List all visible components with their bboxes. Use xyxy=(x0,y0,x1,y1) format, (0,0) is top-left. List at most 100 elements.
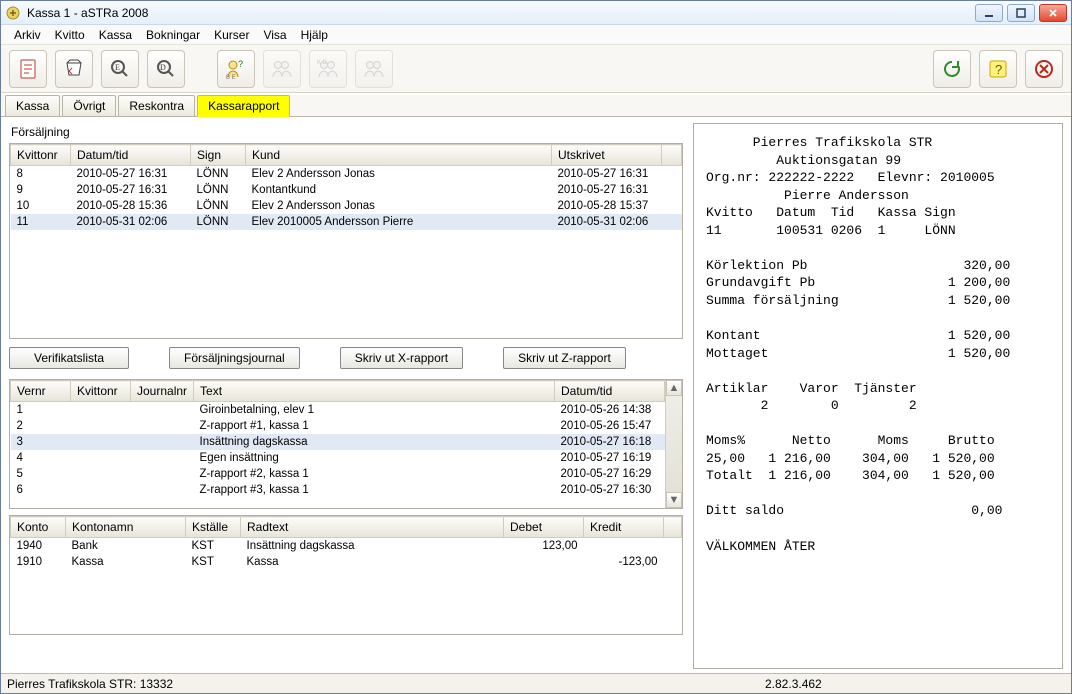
table-row[interactable]: 6Z-rapport #3, kassa 12010-05-27 16:30 xyxy=(11,482,665,498)
tab-kassarapport[interactable]: Kassarapport xyxy=(197,95,290,117)
table-row[interactable]: 3Insättning dagskassa2010-05-27 16:18 xyxy=(11,434,665,450)
cell: Z-rapport #1, kassa 1 xyxy=(194,418,555,434)
status-left: Pierres Trafikskola STR: 13332 xyxy=(7,677,173,691)
close-button[interactable] xyxy=(1039,4,1067,22)
col-debet[interactable]: Debet xyxy=(504,517,584,538)
svg-text:E: E xyxy=(115,63,120,72)
window-buttons xyxy=(975,4,1067,22)
toolbar-btn-5[interactable]: ?B E xyxy=(217,50,255,88)
right-column: Pierres Trafikskola STR Auktionsgatan 99… xyxy=(693,123,1063,669)
titlebar: Kassa 1 - aSTRa 2008 xyxy=(1,1,1071,25)
col-text[interactable]: Text xyxy=(194,381,555,402)
journal-scrollbar[interactable]: ▲ ▼ xyxy=(665,380,682,508)
scroll-down-icon[interactable]: ▼ xyxy=(666,492,682,508)
toolbar-btn-4[interactable]: D xyxy=(147,50,185,88)
col-kund[interactable]: Kund xyxy=(246,145,552,166)
cell: Elev 2 Andersson Jonas xyxy=(246,166,552,183)
col-spacer3 xyxy=(664,517,682,538)
toolbar-btn-3[interactable]: E xyxy=(101,50,139,88)
col-datumtid2[interactable]: Datum/tid xyxy=(555,381,665,402)
cell: 2010-05-27 16:30 xyxy=(555,482,665,498)
menu-kassa[interactable]: Kassa xyxy=(92,26,139,44)
journal-grid[interactable]: Vernr Kvittonr Journalnr Text Datum/tid … xyxy=(9,379,683,509)
cell xyxy=(71,434,131,450)
toolbar-btn-2[interactable] xyxy=(55,50,93,88)
tab-ovrigt[interactable]: Övrigt xyxy=(62,95,116,116)
cell: 4 xyxy=(11,450,71,466)
table-row[interactable]: 82010-05-27 16:31LÖNNElev 2 Andersson Jo… xyxy=(11,166,682,183)
tab-reskontra[interactable]: Reskontra xyxy=(118,95,195,116)
menu-kvitto[interactable]: Kvitto xyxy=(48,26,92,44)
cell: LÖNN xyxy=(191,214,246,230)
ledger-grid[interactable]: Konto Kontonamn Kställe Radtext Debet Kr… xyxy=(9,515,683,635)
cell: KST xyxy=(186,538,241,555)
toolbar: E D ?B E K D ? xyxy=(1,45,1071,93)
col-utskrivet[interactable]: Utskrivet xyxy=(552,145,662,166)
toolbar-btn-6 xyxy=(263,50,301,88)
btn-verifikatslista[interactable]: Verifikatslista xyxy=(9,347,129,369)
menu-hjalp[interactable]: Hjälp xyxy=(294,26,335,44)
scroll-up-icon[interactable]: ▲ xyxy=(666,380,682,396)
receipt-preview[interactable]: Pierres Trafikskola STR Auktionsgatan 99… xyxy=(693,123,1063,669)
col-vernr[interactable]: Vernr xyxy=(11,381,71,402)
col-datumtid[interactable]: Datum/tid xyxy=(71,145,191,166)
cell: Giroinbetalning, elev 1 xyxy=(194,402,555,419)
toolbar-help[interactable]: ? xyxy=(979,50,1017,88)
table-row[interactable]: 4Egen insättning2010-05-27 16:19 xyxy=(11,450,665,466)
cell: 2010-05-27 16:31 xyxy=(552,182,662,198)
toolbar-cancel[interactable] xyxy=(1025,50,1063,88)
toolbar-btn-1[interactable] xyxy=(9,50,47,88)
app-window: Kassa 1 - aSTRa 2008 Arkiv Kvitto Kassa … xyxy=(0,0,1072,694)
table-row[interactable]: 92010-05-27 16:31LÖNNKontantkund2010-05-… xyxy=(11,182,682,198)
cell xyxy=(584,538,664,555)
col-kredit[interactable]: Kredit xyxy=(584,517,664,538)
table-row[interactable]: 102010-05-28 15:36LÖNNElev 2 Andersson J… xyxy=(11,198,682,214)
btn-z-rapport[interactable]: Skriv ut Z-rapport xyxy=(503,347,626,369)
col-journalnr[interactable]: Journalnr xyxy=(131,381,194,402)
maximize-button[interactable] xyxy=(1007,4,1035,22)
cell: 2010-05-27 16:29 xyxy=(555,466,665,482)
cell: LÖNN xyxy=(191,198,246,214)
col-kstalle[interactable]: Kställe xyxy=(186,517,241,538)
cell: Egen insättning xyxy=(194,450,555,466)
table-row[interactable]: 5Z-rapport #2, kassa 12010-05-27 16:29 xyxy=(11,466,665,482)
table-row[interactable]: 1910KassaKSTKassa-123,00 xyxy=(11,554,682,570)
table-row[interactable]: 112010-05-31 02:06LÖNNElev 2010005 Ander… xyxy=(11,214,682,230)
svg-text:K D: K D xyxy=(317,60,328,66)
menu-arkiv[interactable]: Arkiv xyxy=(7,26,48,44)
cell: 2010-05-28 15:36 xyxy=(71,198,191,214)
cell: 2010-05-31 02:06 xyxy=(552,214,662,230)
cell: Kassa xyxy=(66,554,186,570)
cell: Z-rapport #2, kassa 1 xyxy=(194,466,555,482)
menu-bokningar[interactable]: Bokningar xyxy=(139,26,207,44)
sales-grid[interactable]: Kvittonr Datum/tid Sign Kund Utskrivet 8… xyxy=(9,143,683,339)
btn-x-rapport[interactable]: Skriv ut X-rapport xyxy=(340,347,463,369)
table-row[interactable]: 1Giroinbetalning, elev 12010-05-26 14:38 xyxy=(11,402,665,419)
cell: Elev 2010005 Andersson Pierre xyxy=(246,214,552,230)
col-konto[interactable]: Konto xyxy=(11,517,66,538)
col-kvittonr2[interactable]: Kvittonr xyxy=(71,381,131,402)
menu-kurser[interactable]: Kurser xyxy=(207,26,256,44)
svg-text:?: ? xyxy=(995,62,1002,77)
cell: 2010-05-26 14:38 xyxy=(555,402,665,419)
minimize-button[interactable] xyxy=(975,4,1003,22)
col-radtext[interactable]: Radtext xyxy=(241,517,504,538)
table-row[interactable]: 2Z-rapport #1, kassa 12010-05-26 15:47 xyxy=(11,418,665,434)
cell xyxy=(71,418,131,434)
menubar: Arkiv Kvitto Kassa Bokningar Kurser Visa… xyxy=(1,25,1071,45)
cell xyxy=(71,402,131,419)
col-sign[interactable]: Sign xyxy=(191,145,246,166)
left-column: Försäljning Kvittonr Datum/tid Sign Kund… xyxy=(9,123,683,669)
tab-kassa[interactable]: Kassa xyxy=(5,95,60,116)
table-row[interactable]: 1940BankKSTInsättning dagskassa123,00 xyxy=(11,538,682,555)
col-kvittonr[interactable]: Kvittonr xyxy=(11,145,71,166)
cell: 2010-05-28 15:37 xyxy=(552,198,662,214)
section-label-forsaljning: Försäljning xyxy=(11,125,683,139)
cell: Insättning dagskassa xyxy=(194,434,555,450)
cell xyxy=(131,434,194,450)
cell: 2 xyxy=(11,418,71,434)
menu-visa[interactable]: Visa xyxy=(256,26,293,44)
btn-forsaljningsjournal[interactable]: Försäljningsjournal xyxy=(169,347,300,369)
toolbar-refresh[interactable] xyxy=(933,50,971,88)
col-kontonamn[interactable]: Kontonamn xyxy=(66,517,186,538)
